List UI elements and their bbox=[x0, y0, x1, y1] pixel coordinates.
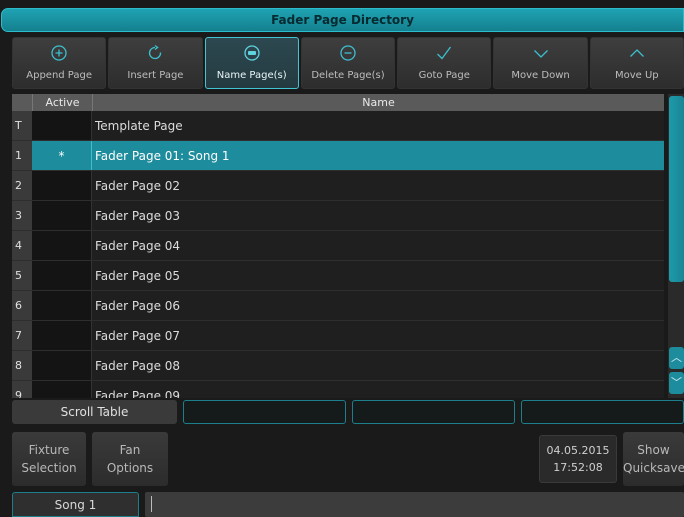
window-title: Fader Page Directory bbox=[1, 8, 684, 32]
table-body: T Template Page 1 * Fader Page 01: Song 1 2 Fa… bbox=[12, 111, 664, 398]
name-cell[interactable]: Fader Page 04 bbox=[92, 231, 664, 260]
chevron-down-icon bbox=[532, 44, 550, 70]
table-row[interactable]: 3 Fader Page 03 bbox=[12, 201, 664, 231]
name-cell[interactable]: Fader Page 02 bbox=[92, 171, 664, 200]
table-row[interactable]: 5 Fader Page 05 bbox=[12, 261, 664, 291]
active-cell[interactable] bbox=[32, 231, 92, 260]
clock-display: 04.05.2015 17:52:08 bbox=[539, 435, 617, 483]
table-row[interactable]: 4 Fader Page 04 bbox=[12, 231, 664, 261]
row-number[interactable]: 7 bbox=[12, 321, 32, 350]
song-tab[interactable]: Song 1 bbox=[12, 492, 139, 517]
table-row[interactable]: 6 Fader Page 06 bbox=[12, 291, 664, 321]
vertical-scrollbar[interactable]: ︿ ﹀ bbox=[668, 94, 684, 398]
move-down-button[interactable]: Move Down bbox=[493, 37, 588, 89]
toolbar-button-label: Name Page(s) bbox=[216, 70, 287, 81]
delete-page-s-button[interactable]: Delete Page(s) bbox=[300, 37, 396, 89]
name-page-s-button[interactable]: Name Page(s) bbox=[204, 37, 299, 89]
column-header-name[interactable]: Name bbox=[92, 94, 664, 111]
active-cell[interactable] bbox=[32, 111, 92, 140]
date-label: 04.05.2015 bbox=[546, 444, 610, 457]
row-number[interactable]: 3 bbox=[12, 201, 32, 230]
show-quicksave-line-1: Show bbox=[637, 443, 670, 457]
empty-slot-3[interactable] bbox=[520, 400, 684, 424]
text-cursor bbox=[151, 496, 152, 512]
active-cell[interactable] bbox=[32, 201, 92, 230]
append-page-button[interactable]: Append Page bbox=[12, 37, 107, 89]
row-number[interactable]: T bbox=[12, 111, 32, 140]
active-cell[interactable] bbox=[32, 291, 92, 320]
page-table: Active Name T Template Page 1 * Fader Page 0… bbox=[12, 94, 664, 398]
time-label: 17:52:08 bbox=[553, 461, 603, 474]
scroll-up-button[interactable]: ︿ bbox=[669, 347, 684, 369]
scrollbar-thumb[interactable] bbox=[669, 96, 684, 282]
table-row[interactable]: 7 Fader Page 07 bbox=[12, 321, 664, 351]
active-cell[interactable]: * bbox=[32, 141, 92, 170]
plus-circle-icon bbox=[50, 44, 68, 70]
row-number[interactable]: 1 bbox=[12, 141, 32, 170]
toolbar: Append Page Insert Page Name Page(s) Delete… bbox=[12, 37, 684, 89]
name-cell[interactable]: Fader Page 05 bbox=[92, 261, 664, 290]
active-cell[interactable] bbox=[32, 321, 92, 350]
empty-slot-2[interactable] bbox=[351, 400, 515, 424]
table-row[interactable]: 8 Fader Page 08 bbox=[12, 351, 664, 381]
fan-options-line-1: Fan bbox=[119, 443, 141, 457]
command-bar: Song 1 bbox=[12, 492, 684, 517]
move-up-button[interactable]: Move Up bbox=[589, 37, 684, 89]
scroll-controls: Scroll Table bbox=[12, 400, 684, 424]
row-number[interactable]: 6 bbox=[12, 291, 32, 320]
table-header: Active Name bbox=[12, 94, 664, 111]
active-cell[interactable] bbox=[32, 261, 92, 290]
name-cell[interactable]: Fader Page 03 bbox=[92, 201, 664, 230]
toolbar-button-label: Goto Page bbox=[418, 70, 470, 81]
abc-label-icon bbox=[243, 44, 261, 70]
name-cell[interactable]: Fader Page 06 bbox=[92, 291, 664, 320]
name-cell[interactable]: Fader Page 01: Song 1 bbox=[92, 141, 664, 170]
column-header-active[interactable]: Active bbox=[32, 94, 92, 111]
show-quicksave-button[interactable]: Show Quicksave bbox=[623, 432, 684, 486]
row-number-header bbox=[12, 94, 32, 111]
fan-options-line-2: Options bbox=[106, 461, 154, 475]
insert-page-button[interactable]: Insert Page bbox=[108, 37, 203, 89]
scroll-down-button[interactable]: ﹀ bbox=[669, 372, 684, 394]
table-row[interactable]: 9 Fader Page 09 bbox=[12, 381, 664, 398]
toolbar-button-label: Move Down bbox=[511, 70, 570, 81]
table-row[interactable]: 1 * Fader Page 01: Song 1 bbox=[12, 141, 664, 171]
minus-circle-icon bbox=[339, 44, 357, 70]
toolbar-button-label: Move Up bbox=[614, 70, 659, 81]
table-row[interactable]: T Template Page bbox=[12, 111, 664, 141]
row-number[interactable]: 8 bbox=[12, 351, 32, 380]
name-cell[interactable]: Fader Page 09 bbox=[92, 381, 664, 398]
row-number[interactable]: 2 bbox=[12, 171, 32, 200]
name-cell[interactable]: Template Page bbox=[92, 111, 664, 140]
rotate-arrow-icon bbox=[146, 44, 164, 70]
active-cell[interactable] bbox=[32, 171, 92, 200]
toolbar-button-label: Append Page bbox=[26, 70, 93, 81]
goto-page-button[interactable]: Goto Page bbox=[397, 37, 492, 89]
empty-slot-1[interactable] bbox=[182, 400, 346, 424]
scroll-table-button[interactable]: Scroll Table bbox=[12, 400, 177, 424]
row-number[interactable]: 5 bbox=[12, 261, 32, 290]
chevron-up-icon bbox=[628, 44, 646, 70]
name-cell[interactable]: Fader Page 07 bbox=[92, 321, 664, 350]
fixture-selection-line-2: Selection bbox=[21, 461, 77, 475]
toolbar-button-label: Insert Page bbox=[127, 70, 184, 81]
fan-options-button[interactable]: Fan Options bbox=[92, 432, 168, 486]
show-quicksave-line-2: Quicksave bbox=[623, 461, 684, 475]
command-line-input[interactable] bbox=[145, 492, 684, 517]
fixture-selection-button[interactable]: Fixture Selection bbox=[12, 432, 86, 486]
table-row[interactable]: 2 Fader Page 02 bbox=[12, 171, 664, 201]
name-cell[interactable]: Fader Page 08 bbox=[92, 351, 664, 380]
toolbar-button-label: Delete Page(s) bbox=[311, 70, 385, 81]
active-cell[interactable] bbox=[32, 351, 92, 380]
row-number[interactable]: 9 bbox=[12, 381, 32, 398]
checkmark-icon bbox=[435, 44, 453, 70]
fixture-selection-line-1: Fixture bbox=[28, 443, 70, 457]
row-number[interactable]: 4 bbox=[12, 231, 32, 260]
bottom-buttons: Fixture Selection Fan Options 04.05.2015… bbox=[12, 432, 684, 486]
active-cell[interactable] bbox=[32, 381, 92, 398]
